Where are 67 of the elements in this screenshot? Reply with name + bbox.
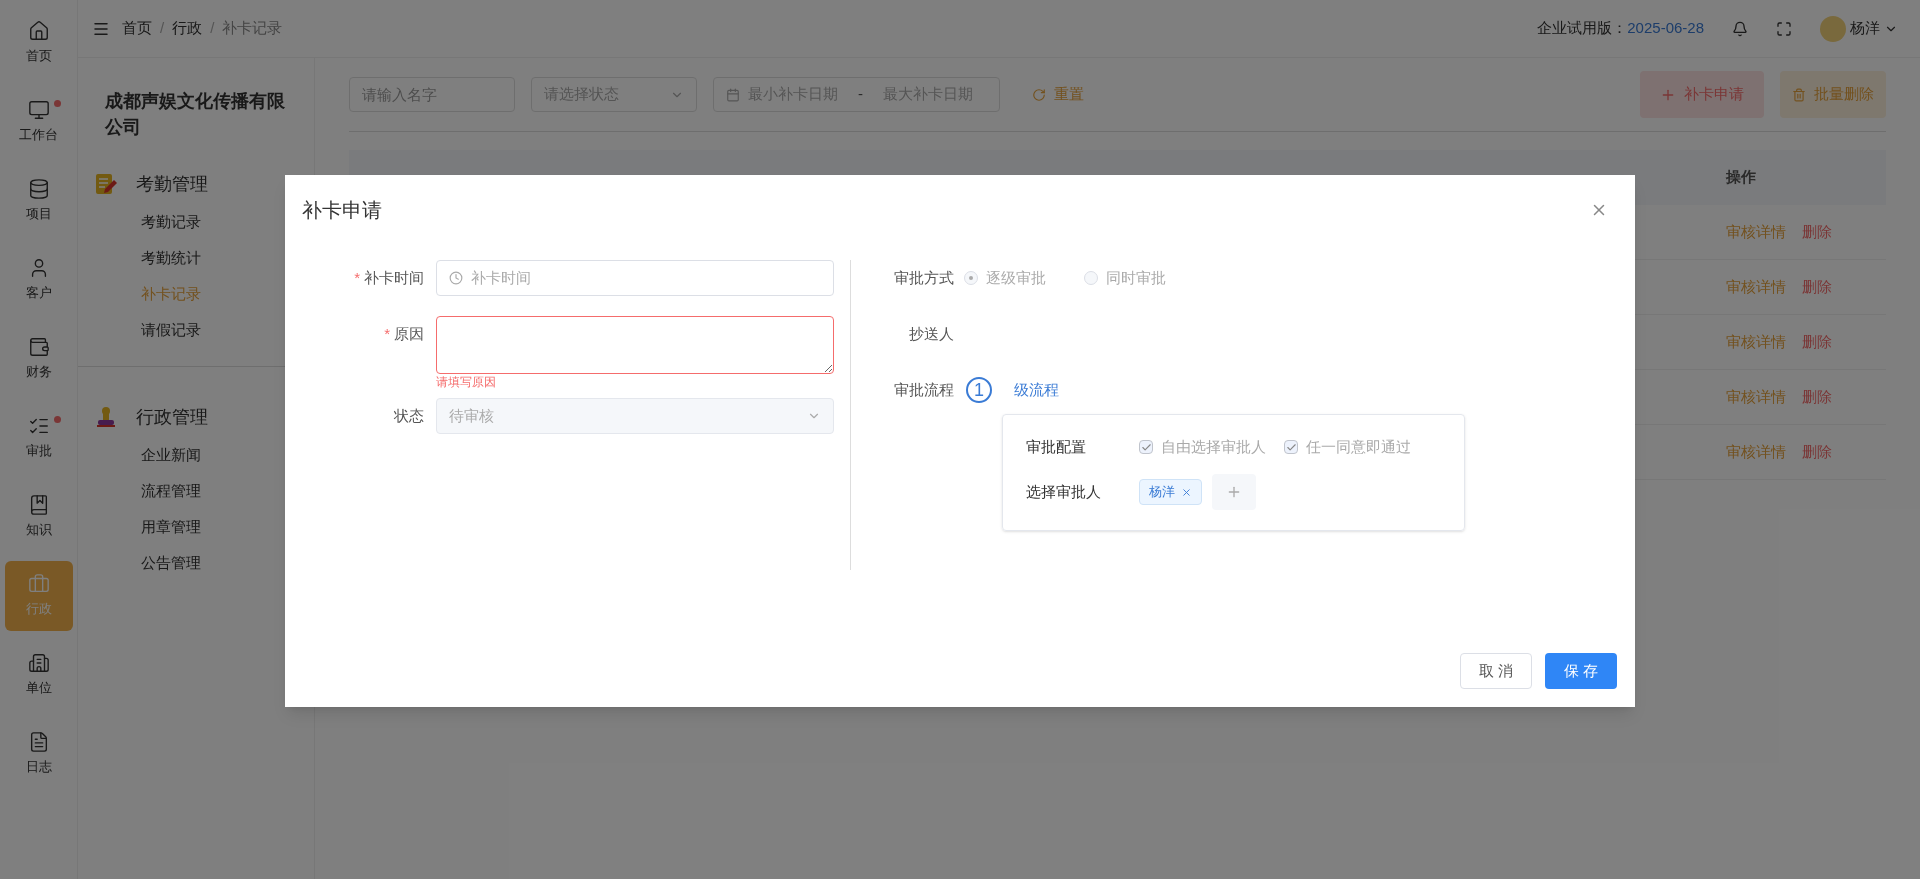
radio-label: 同时审批 — [1106, 267, 1166, 288]
range-separator: - — [858, 84, 863, 105]
clock-icon — [449, 271, 463, 285]
trial-label: 企业试用版： — [1537, 18, 1628, 39]
field-label: 审批流程 — [893, 379, 954, 400]
rail-item[interactable]: 单位 — [4, 640, 73, 710]
save-button[interactable]: 保 存 — [1545, 653, 1617, 689]
radio-label: 逐级审批 — [986, 267, 1046, 288]
remove-icon[interactable] — [1181, 486, 1192, 498]
check-icon — [1140, 441, 1152, 453]
home-icon — [27, 20, 50, 43]
rail-item[interactable]: 日志 — [4, 719, 73, 789]
checkbox-label: 自由选择审批人 — [1161, 436, 1266, 457]
required-mark: * — [384, 323, 390, 344]
check-icon — [1285, 441, 1297, 453]
breadcrumb-link[interactable]: 补卡记录 — [222, 17, 283, 40]
rail-item[interactable]: 项目 — [4, 166, 73, 236]
building-icon — [27, 652, 50, 675]
breadcrumb-link[interactable]: 行政 — [172, 17, 203, 40]
breadcrumb-link[interactable]: 首页 — [122, 17, 152, 40]
database-icon — [27, 178, 50, 201]
breadcrumb-separator: / — [160, 18, 165, 39]
checkbox[interactable] — [1284, 440, 1298, 454]
checkbox[interactable] — [1139, 440, 1153, 454]
radio-button[interactable] — [964, 271, 978, 285]
field-label: 选择审批人 — [1026, 481, 1102, 502]
rail-item[interactable]: 工作台 — [4, 87, 73, 157]
breadcrumb-separator: / — [210, 18, 215, 39]
rail-item[interactable]: 客户 — [4, 245, 73, 315]
cancel-button[interactable]: 取 消 — [1460, 653, 1532, 689]
error-message: 请填写原因 — [436, 374, 497, 390]
notepad-icon — [94, 172, 118, 196]
refresh-icon — [1032, 87, 1046, 102]
reason-field[interactable] — [436, 316, 834, 374]
user-name[interactable]: 杨洋 — [1850, 17, 1880, 40]
fullscreen-icon[interactable] — [1776, 20, 1792, 37]
step-number: 1 — [966, 377, 992, 403]
radio-button[interactable] — [1084, 271, 1098, 285]
dialog-title: 补卡申请 — [302, 198, 382, 223]
field-label: 审批配置 — [1026, 436, 1087, 457]
stamp-icon — [94, 405, 118, 429]
status-field: 待审核 — [436, 398, 834, 434]
required-mark: * — [354, 267, 360, 288]
calendar-icon — [726, 87, 740, 102]
time-field[interactable]: 补卡时间 — [436, 260, 834, 296]
field-label: 状态 — [394, 405, 424, 426]
rail-item[interactable]: 财务 — [4, 324, 73, 394]
field-label: 原因 — [394, 323, 424, 344]
field-label: 抄送人 — [908, 323, 954, 344]
rail-item[interactable]: 知识 — [4, 482, 73, 552]
field-label: 审批方式 — [893, 267, 954, 288]
trash-icon — [1792, 87, 1806, 102]
flow-link[interactable]: 级流程 — [1014, 378, 1059, 402]
trial-date: 2025-06-28 — [1627, 18, 1704, 39]
nav-group-title: 考勤管理 — [136, 172, 208, 196]
notification-icon[interactable] — [1732, 20, 1748, 37]
nav-group-title: 行政管理 — [136, 405, 208, 429]
wallet-icon — [27, 336, 50, 359]
rail-item[interactable]: 首页 — [4, 8, 73, 78]
monitor-icon — [27, 99, 50, 122]
checkbox-label: 任一同意即通过 — [1306, 436, 1411, 457]
plus-icon — [1226, 484, 1242, 500]
approver-tag: 杨洋 — [1139, 479, 1202, 505]
column-header: 操作 — [1725, 167, 1757, 188]
field-label: 补卡时间 — [364, 267, 424, 288]
company-name: 成都声娱文化传播有限公司 — [104, 90, 286, 139]
rail-item[interactable]: 审批 — [4, 403, 73, 473]
